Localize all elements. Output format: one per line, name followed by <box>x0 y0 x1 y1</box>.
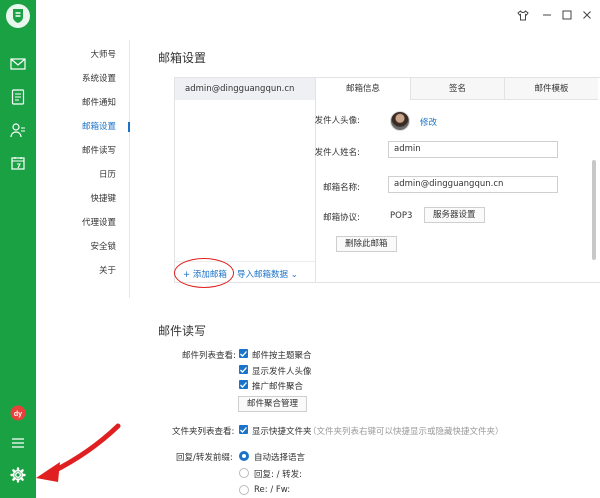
annotation-arrow <box>36 423 121 482</box>
